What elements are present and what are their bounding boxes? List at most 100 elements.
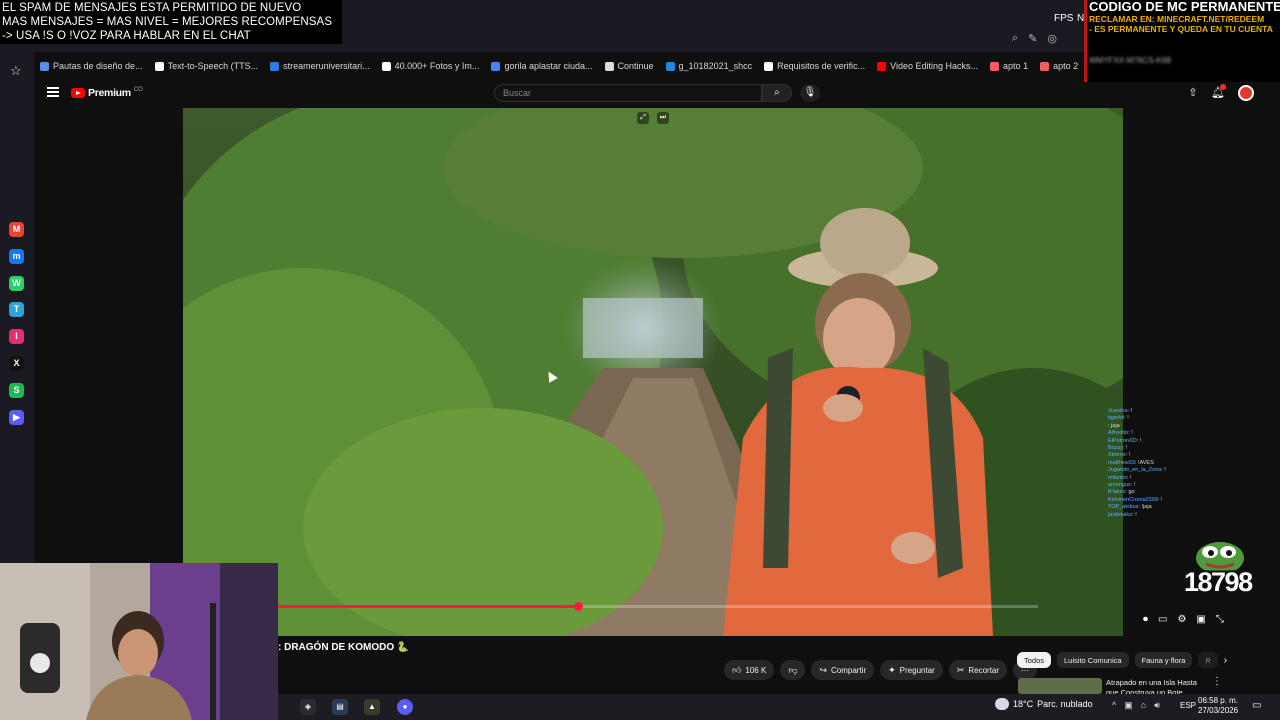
banner-line: -> USA !S O !VOZ PARA HABLAR EN EL CHAT bbox=[2, 30, 251, 42]
chip-fauna[interactable]: Fauna y flora bbox=[1134, 652, 1193, 668]
bookmark-item[interactable]: apto 2 bbox=[1034, 56, 1084, 76]
chat-message: milanito: ! bbox=[1108, 475, 1280, 482]
youtube-play-icon bbox=[71, 88, 85, 98]
chat-message: javiletaiko: ! bbox=[1108, 512, 1280, 519]
chat-text: ! bbox=[1164, 467, 1166, 474]
ask-button[interactable]: ✦ Preguntar bbox=[880, 660, 943, 680]
bookmark-item[interactable]: Text-to-Speech (TTS... bbox=[149, 56, 265, 76]
banner-line: EL SPAM DE MENSAJES ESTA PERMITIDO DE NU… bbox=[2, 2, 302, 14]
subtitles-icon[interactable]: ▭ bbox=[1158, 614, 1167, 625]
chat-message: : jaja bbox=[1108, 423, 1280, 430]
bookmark-label: Video Editing Hacks... bbox=[890, 61, 979, 71]
chat-message: Jugando_en_la_Zona: ! bbox=[1108, 467, 1280, 474]
chat-username: Juanma bbox=[1108, 408, 1128, 414]
share-button[interactable]: ↪ Compartir bbox=[811, 660, 875, 680]
chat-message: matthew33: !AVES bbox=[1108, 460, 1280, 467]
minecraft-code-box: CODIGO DE MC PERMANENTE RECLAMAR EN: MIN… bbox=[1084, 0, 1280, 82]
chat-username: Bozzy bbox=[1108, 445, 1123, 452]
dislike-button[interactable]: 👎︎ bbox=[780, 660, 806, 680]
bookmark-icon bbox=[1040, 61, 1050, 71]
search-input[interactable]: Buscar bbox=[494, 84, 762, 102]
suggestion-thumbnail[interactable] bbox=[1018, 678, 1102, 694]
bookmark-icon bbox=[764, 61, 774, 71]
share-label: Compartir bbox=[831, 665, 867, 675]
clip-button[interactable]: ✂ Recortar bbox=[948, 660, 1008, 680]
bookmark-label: Text-to-Speech (TTS... bbox=[167, 61, 259, 71]
star-icon[interactable]: ☆ bbox=[10, 63, 22, 79]
tray-app-icon[interactable]: ▣ bbox=[1124, 700, 1133, 711]
chat-message: amongus: ! bbox=[1108, 482, 1280, 489]
microphone-icon: 🎙︎ bbox=[803, 87, 817, 98]
bookmark-item[interactable]: 40.000+ Fotos y Im... bbox=[376, 56, 486, 76]
spotify-icon[interactable]: S bbox=[9, 383, 24, 398]
obs-icon[interactable]: ● bbox=[397, 699, 413, 715]
chat-text: go bbox=[1128, 489, 1135, 496]
system-tray: ^ ▣ ⌂ 🔊︎ bbox=[1112, 700, 1160, 711]
gmail-icon[interactable]: M bbox=[9, 222, 24, 237]
upload-icon[interactable]: ⇧ bbox=[1185, 85, 1201, 101]
theater-icon[interactable]: ▣ bbox=[1196, 614, 1205, 625]
edit-icon[interactable]: ✎ bbox=[1028, 32, 1037, 48]
volume-icon[interactable]: 🔊︎ bbox=[1154, 700, 1160, 711]
player-icon[interactable]: ▶ bbox=[9, 410, 24, 425]
autoplay-toggle[interactable]: ⏺ bbox=[1143, 614, 1148, 625]
avatar[interactable] bbox=[1238, 85, 1254, 101]
language-indicator[interactable]: ESP bbox=[1180, 701, 1196, 710]
bookmark-label: apto 2 bbox=[1053, 61, 1079, 71]
clock[interactable]: 06:58 p. m. 27/03/2026 bbox=[1198, 696, 1238, 716]
bookmark-item[interactable]: g_10182021_shcc bbox=[660, 56, 759, 76]
chat-message: ElPatronXD: ! bbox=[1108, 438, 1280, 445]
voice-search-button[interactable]: 🎙︎ bbox=[800, 84, 820, 102]
bookmark-item[interactable]: gorila aplastar ciuda... bbox=[485, 56, 598, 76]
logo-country: CO bbox=[133, 87, 143, 93]
chat-text: !jaja bbox=[1141, 504, 1152, 511]
skip-icon[interactable]: ⏭ bbox=[657, 112, 669, 124]
settings-icon[interactable]: ⚙ bbox=[1177, 614, 1186, 625]
video-title: : DRAGÓN DE KOMODO 🐍 bbox=[278, 642, 410, 653]
search-button[interactable]: ⌕ bbox=[762, 84, 792, 102]
bookmark-icon bbox=[491, 61, 501, 71]
network-icon[interactable]: ⌂ bbox=[1141, 700, 1146, 711]
miniplayer-icon[interactable]: ⤢ bbox=[637, 112, 649, 124]
bookmark-item[interactable]: apto 1 bbox=[984, 56, 1034, 76]
telegram-icon[interactable]: T bbox=[9, 302, 24, 317]
chevron-up-icon[interactable]: ^ bbox=[1112, 700, 1116, 711]
chat-username: milanito bbox=[1108, 474, 1127, 481]
like-count: 106 K bbox=[745, 665, 767, 675]
window-icon[interactable]: ▤ bbox=[332, 699, 348, 715]
like-button[interactable]: 👍︎ 106 K bbox=[724, 660, 775, 680]
bookmark-item[interactable]: Pautas de diseño de... bbox=[34, 56, 149, 76]
chip-todos[interactable]: Todos bbox=[1017, 652, 1052, 668]
bookmark-label: g_10182021_shcc bbox=[678, 61, 753, 71]
messenger-icon[interactable]: m bbox=[9, 249, 24, 264]
bookmark-item[interactable]: Continue bbox=[599, 56, 660, 76]
bookmark-label: Requisitos de verific... bbox=[777, 61, 866, 71]
clip-label: Recortar bbox=[968, 665, 1000, 675]
x-icon[interactable]: X bbox=[9, 356, 24, 371]
bookmark-item[interactable]: streameruniversitari... bbox=[264, 56, 376, 76]
fullscreen-icon[interactable]: ⤡ bbox=[1216, 614, 1224, 625]
chevron-right-icon[interactable]: › bbox=[1224, 655, 1227, 666]
weather-widget[interactable]: 18°C Parc. nublado bbox=[995, 698, 1093, 710]
weather-desc: Parc. nublado bbox=[1037, 699, 1093, 709]
camera-icon[interactable]: ◎ bbox=[1047, 32, 1057, 48]
whatsapp-icon[interactable]: W bbox=[9, 276, 24, 291]
scissors-icon: ✂ bbox=[956, 664, 965, 675]
bookmark-item[interactable]: Requisitos de verific... bbox=[758, 56, 871, 76]
share-icon: ↪ bbox=[819, 664, 827, 675]
video-player[interactable] bbox=[183, 108, 1123, 636]
league-icon[interactable]: ▲ bbox=[364, 699, 380, 715]
menu-icon[interactable] bbox=[47, 87, 59, 97]
chip-r[interactable]: R bbox=[1198, 652, 1218, 668]
instagram-icon[interactable]: I bbox=[9, 329, 24, 344]
youtube-logo[interactable]: Premium CO bbox=[71, 87, 143, 99]
notification-center-icon[interactable]: ▭ bbox=[1252, 700, 1261, 711]
zoom-icon[interactable]: ⌕ bbox=[1012, 32, 1018, 48]
lol-icon[interactable]: ◈ bbox=[300, 699, 316, 715]
bookmark-item[interactable]: Video Editing Hacks... bbox=[871, 56, 984, 76]
bookmark-icon bbox=[154, 61, 164, 71]
chip-luisito[interactable]: Luisito Comunica bbox=[1057, 652, 1129, 668]
bookmark-label: apto 1 bbox=[1003, 61, 1029, 71]
chat-username: matthew33 bbox=[1108, 459, 1135, 466]
suggestion-more-icon[interactable]: ⋮ bbox=[1212, 676, 1222, 687]
